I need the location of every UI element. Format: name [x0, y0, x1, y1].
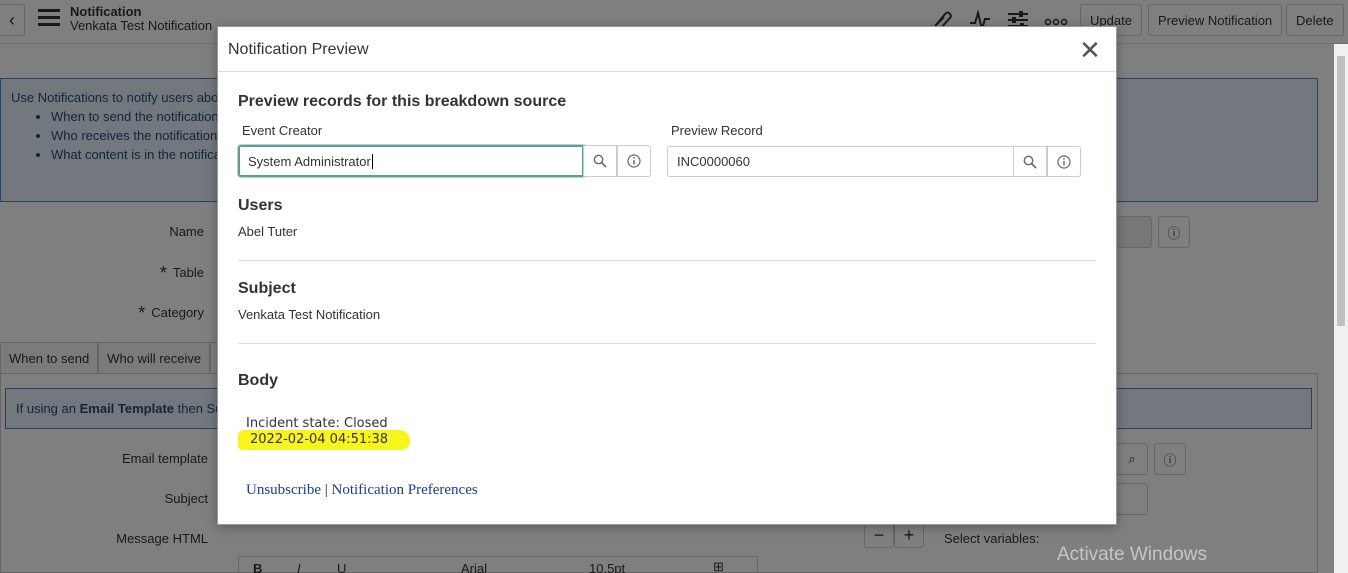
search-icon — [1023, 155, 1037, 169]
body-incident-state: Incident state: Closed — [246, 416, 388, 431]
footer-links: Unsubscribe | Notification Preferences — [246, 482, 478, 499]
close-icon[interactable]: ✕ — [1078, 37, 1102, 63]
preview-record-label: Preview Record — [671, 123, 763, 138]
users-heading: Users — [238, 197, 283, 214]
section-divider — [238, 260, 1096, 261]
preview-record-input[interactable]: INC0000060 — [667, 146, 1014, 177]
notification-preview-dialog: Notification Preview ✕ Preview records f… — [217, 26, 1117, 525]
section-divider — [238, 343, 1096, 344]
body-heading: Body — [238, 372, 278, 389]
event-creator-search-button[interactable] — [583, 145, 617, 177]
event-creator-input[interactable]: System Administrator — [238, 145, 584, 177]
info-icon — [627, 154, 641, 168]
preview-record-info-button[interactable] — [1047, 146, 1081, 177]
body-timestamp: 2022-02-04 04:51:38 — [250, 432, 389, 447]
scrollbar-thumb[interactable] — [1337, 56, 1345, 326]
search-icon — [593, 154, 607, 168]
activate-windows-watermark: Activate Windows — [1057, 544, 1207, 565]
dialog-header: Notification Preview ✕ — [218, 27, 1116, 72]
text-caret — [371, 153, 373, 169]
event-creator-label: Event Creator — [242, 123, 323, 138]
unsubscribe-link[interactable]: Unsubscribe — [246, 482, 321, 498]
event-creator-info-button[interactable] — [617, 145, 651, 177]
event-creator-value: System Administrator — [248, 153, 371, 169]
info-icon — [1057, 154, 1071, 169]
preview-record-value: INC0000060 — [677, 154, 750, 169]
dialog-title: Notification Preview — [228, 41, 369, 58]
subject-heading: Subject — [238, 280, 296, 297]
page-scrollbar[interactable] — [1334, 44, 1348, 573]
preview-record-search-button[interactable] — [1013, 146, 1047, 177]
subject-value: Venkata Test Notification — [238, 307, 381, 322]
preview-records-heading: Preview records for this breakdown sourc… — [238, 93, 567, 110]
link-separator: | — [324, 482, 328, 498]
users-value: Abel Tuter — [238, 224, 298, 239]
notification-preferences-link[interactable]: Notification Preferences — [332, 482, 478, 498]
